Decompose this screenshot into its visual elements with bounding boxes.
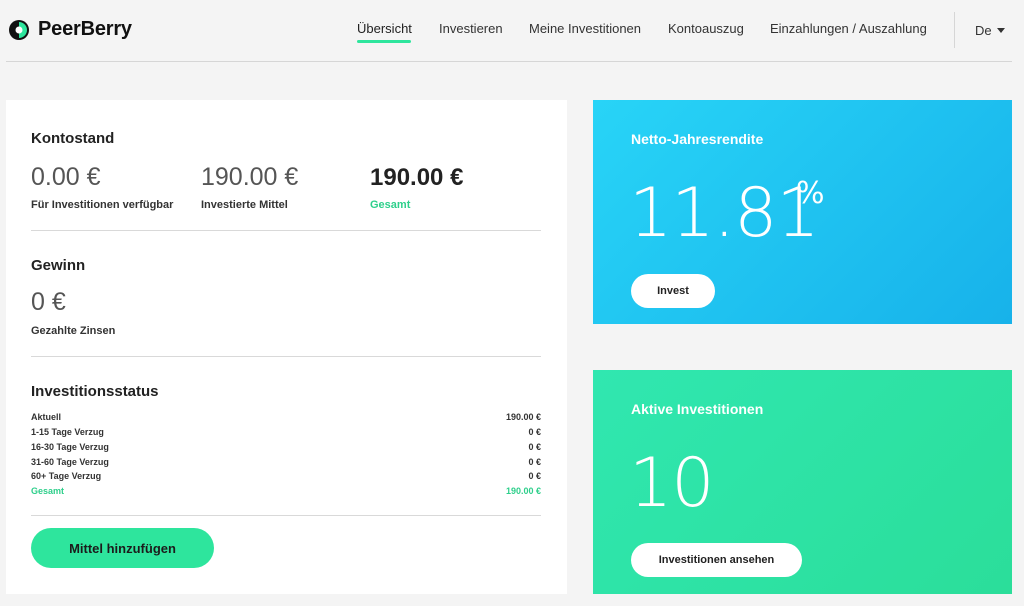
nav-deposits-withdrawals[interactable]: Einzahlungen / Auszahlung bbox=[770, 21, 927, 36]
nav-my-investments[interactable]: Meine Investitionen bbox=[529, 21, 641, 36]
top-navigation-bar: PeerBerry Übersicht Investieren Meine In… bbox=[0, 0, 1024, 62]
status-row-label: 31-60 Tage Verzug bbox=[31, 457, 109, 467]
total-balance-label: Gesamt bbox=[370, 199, 411, 211]
nav-overview[interactable]: Übersicht bbox=[357, 21, 412, 36]
status-row-late-60-plus: 60+ Tage Verzug 0 € bbox=[31, 469, 541, 483]
invested-funds-label: Investierte Mittel bbox=[201, 199, 288, 211]
caret-down-icon bbox=[996, 28, 1005, 33]
status-row-late-1-15: 1-15 Tage Verzug 0 € bbox=[31, 425, 541, 439]
percent-unit: % bbox=[796, 176, 825, 211]
peerberry-logo-icon bbox=[8, 19, 30, 41]
invested-funds-value: 190.00 € bbox=[201, 163, 299, 191]
language-selector[interactable]: De bbox=[975, 23, 1005, 38]
active-investments-panel: Aktive Investitionen 10 Investitionen an… bbox=[593, 370, 1012, 594]
profit-title: Gewinn bbox=[31, 257, 86, 274]
status-row-value: 0 € bbox=[528, 427, 541, 437]
view-investments-button[interactable]: Investitionen ansehen bbox=[631, 543, 802, 577]
status-row-value: 190.00 € bbox=[505, 486, 541, 496]
net-annual-return-panel: Netto-Jahresrendite 11.81 % Invest bbox=[593, 100, 1012, 324]
status-row-value: 0 € bbox=[528, 471, 541, 481]
status-row-value: 0 € bbox=[528, 457, 541, 467]
interest-paid-label: Gezahlte Zinsen bbox=[31, 325, 116, 337]
status-row-late-31-60: 31-60 Tage Verzug 0 € bbox=[31, 455, 541, 469]
logo[interactable]: PeerBerry bbox=[8, 18, 132, 41]
divider bbox=[31, 230, 541, 231]
language-label: De bbox=[975, 23, 992, 38]
status-row-label: 1-15 Tage Verzug bbox=[31, 427, 104, 437]
nav-account-statement[interactable]: Kontoauszug bbox=[668, 21, 744, 36]
status-row-label: Gesamt bbox=[31, 486, 65, 496]
active-nav-indicator bbox=[357, 40, 411, 43]
status-row-total: Gesamt 190.00 € bbox=[31, 484, 541, 498]
total-balance-value: 190.00 € bbox=[370, 164, 464, 191]
net-annual-return-title: Netto-Jahresrendite bbox=[631, 131, 764, 147]
invest-button[interactable]: Invest bbox=[631, 274, 715, 308]
nav-invest[interactable]: Investieren bbox=[439, 21, 503, 36]
active-investments-title: Aktive Investitionen bbox=[631, 401, 764, 417]
status-row-value: 0 € bbox=[528, 442, 541, 452]
status-row-late-16-30: 16-30 Tage Verzug 0 € bbox=[31, 440, 541, 454]
nav-divider bbox=[954, 12, 955, 48]
balance-title: Kontostand bbox=[31, 130, 115, 147]
interest-paid-value: 0 € bbox=[31, 288, 66, 316]
status-row-label: Aktuell bbox=[31, 412, 62, 422]
logo-text: PeerBerry bbox=[38, 18, 132, 40]
available-funds-label: Für Investitionen verfügbar bbox=[31, 199, 174, 211]
available-funds-value: 0.00 € bbox=[31, 163, 101, 191]
active-investments-count: 10 bbox=[629, 444, 715, 523]
header-divider bbox=[6, 61, 1012, 62]
net-annual-return-value: 11.81 bbox=[629, 174, 820, 253]
divider bbox=[31, 356, 541, 357]
status-row-label: 16-30 Tage Verzug bbox=[31, 442, 109, 452]
status-row-label: 60+ Tage Verzug bbox=[31, 471, 102, 481]
status-row-value: 190.00 € bbox=[505, 412, 541, 422]
status-row-current: Aktuell 190.00 € bbox=[31, 410, 541, 424]
divider bbox=[31, 515, 541, 516]
investment-status-title: Investitionsstatus bbox=[31, 383, 159, 400]
add-funds-button[interactable]: Mittel hinzufügen bbox=[31, 528, 214, 568]
